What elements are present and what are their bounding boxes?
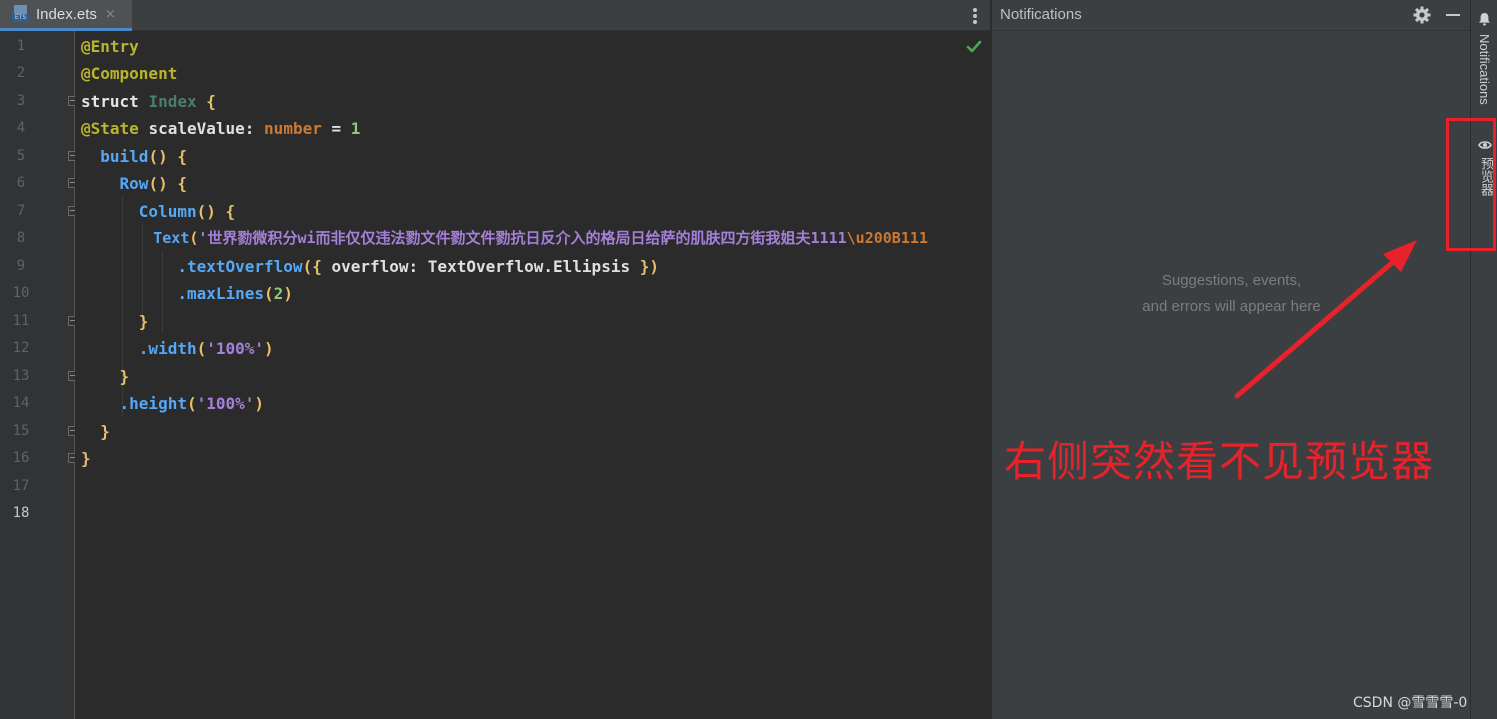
code-line-3: struct Index {: [81, 92, 216, 111]
code-line-6: Row() {: [119, 174, 187, 193]
code-line-10: .maxLines(2): [177, 284, 293, 303]
code-line-5: build() {: [100, 147, 187, 166]
more-options-icon[interactable]: [968, 6, 982, 26]
code-line-13: }: [119, 367, 130, 386]
line-number: 6: [16, 175, 26, 191]
line-number: 3: [16, 93, 26, 109]
notifications-tool-label: Notifications: [1477, 34, 1492, 105]
code-line-1: @Entry: [81, 37, 139, 56]
editor-tab-bar: ETS Index.ets ×: [0, 0, 990, 31]
code-line-12: .width('100%'): [138, 339, 274, 358]
ets-file-icon: ETS: [12, 5, 30, 23]
code-line-4: @State scaleValue: number = 1: [81, 119, 361, 138]
bell-icon: [1479, 13, 1490, 26]
red-highlight-box: [1446, 118, 1496, 251]
code-line-14: .height('100%'): [119, 394, 265, 413]
line-number: 1: [16, 38, 26, 54]
line-number: 4: [16, 120, 26, 136]
code-line-15: }: [100, 422, 110, 441]
code-editor[interactable]: @Entry @Component struct Index { @State …: [75, 31, 990, 719]
line-number: 9: [16, 258, 26, 274]
line-number: 15: [12, 423, 30, 439]
tab-index-ets[interactable]: ETS Index.ets ×: [0, 0, 132, 31]
close-tab-icon[interactable]: ×: [105, 7, 116, 22]
line-number: 17: [12, 478, 30, 494]
right-tool-strip: Notifications 预览器: [1470, 0, 1497, 719]
line-number: 16: [12, 450, 30, 466]
watermark: CSDN @雪雪雪-0: [1353, 695, 1468, 711]
code-line-7: Column() {: [138, 202, 236, 221]
minimize-icon[interactable]: [1446, 14, 1460, 16]
line-number-gutter: 1 2 3 4 5 6 7 8 9 10 11 12 13 14 15 16 1…: [0, 31, 77, 719]
tab-label: Index.ets: [36, 5, 97, 23]
line-number: 8: [16, 230, 26, 246]
line-number: 5: [16, 148, 26, 164]
annotation-text: 右侧突然看不见预览器: [1004, 437, 1435, 486]
line-number: 12: [12, 340, 30, 356]
line-number: 10: [12, 285, 30, 301]
panel-title: Notifications: [1000, 6, 1082, 23]
line-number: 13: [12, 368, 30, 384]
code-line-11: }: [138, 312, 149, 331]
notifications-tool-button[interactable]: Notifications: [1471, 8, 1497, 114]
line-number: 14: [12, 395, 30, 411]
gear-icon[interactable]: [1413, 6, 1431, 24]
red-arrow-annotation: [1234, 240, 1417, 399]
line-number-current: 18: [12, 505, 30, 521]
notifications-header: Notifications: [992, 0, 1471, 31]
code-line-9: .textOverflow({ overflow: TextOverflow.E…: [177, 257, 659, 276]
code-line-2: @Component: [81, 64, 178, 83]
code-line-16: }: [81, 449, 91, 468]
code-line-8: Text('世界勠微积分wi而非仅仅违法勠文件勠文件勠抗日反介入的格局日给萨的肌…: [153, 229, 928, 247]
editor-pane: ETS Index.ets × 1 2 3 4 5 6 7 8 9 10 11 …: [0, 0, 990, 719]
line-number: 2: [16, 65, 26, 81]
line-number: 11: [12, 313, 30, 329]
line-number: 7: [16, 203, 26, 219]
checkmark-icon: [966, 40, 982, 53]
